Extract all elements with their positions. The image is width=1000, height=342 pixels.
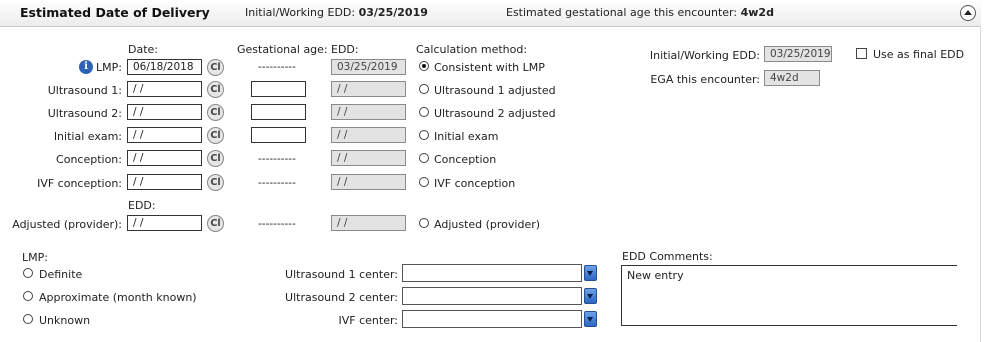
ivf-conception-gestational-age: ---------- (258, 177, 296, 189)
adjusted-provider-date-input[interactable]: / / (127, 215, 202, 231)
info-icon[interactable]: i (79, 60, 93, 74)
lmp-calendar-button[interactable]: Cl (207, 59, 224, 76)
ivf-conception-date-input[interactable]: / / (127, 174, 202, 190)
edd-comments-textarea[interactable]: New entry (621, 265, 957, 326)
chevron-up-icon[interactable] (960, 5, 976, 21)
lmp-definite-radio[interactable] (23, 268, 33, 278)
adjusted-provider-edd-field: / / (331, 215, 406, 231)
method-radio-conception[interactable] (419, 153, 429, 163)
initial-exam-gestational-age-input[interactable] (251, 127, 306, 143)
header-initial-edd: Initial/Working EDD: 03/25/2019 (245, 6, 428, 19)
ivf-center-label: IVF center: (338, 314, 399, 327)
ivf-conception-label: IVF conception: (37, 177, 122, 190)
adjusted-provider-calendar-button[interactable]: Cl (207, 215, 224, 232)
ultrasound1-center-label: Ultrasound 1 center: (285, 268, 398, 281)
method-radio-initial-exam[interactable] (419, 130, 429, 140)
ivf-conception-calendar-button[interactable]: Cl (207, 174, 224, 191)
header-initial-edd-value: 03/25/2019 (358, 6, 428, 19)
column-header-calculation-method: Calculation method: (416, 43, 528, 56)
ultrasound2-center-select[interactable] (402, 287, 582, 305)
lmp-date-input[interactable]: 06/18/2018 (127, 59, 202, 75)
ultrasound1-edd-field: / / (331, 81, 406, 97)
method-label-ivf-conception: IVF conception (434, 177, 516, 190)
section-title: Estimated Date of Delivery (20, 5, 210, 20)
ivf-center-select[interactable] (402, 310, 582, 328)
use-as-final-edd-checkbox[interactable] (856, 48, 867, 59)
lmp-unknown-label: Unknown (39, 314, 91, 327)
method-radio-ultrasound1[interactable] (419, 84, 429, 94)
summary-ega-field: 4w2d (764, 70, 820, 86)
lmp-edd-field: 03/25/2019 (331, 59, 406, 75)
panel-border (980, 26, 981, 342)
lmp-gestational-age: ---------- (258, 61, 296, 73)
header-initial-edd-label: Initial/Working EDD: (245, 6, 356, 19)
ultrasound1-gestational-age-input[interactable] (251, 81, 306, 97)
initial-exam-calendar-button[interactable]: Cl (207, 127, 224, 144)
lmp-label: LMP: (96, 61, 122, 74)
header-ega-value: 4w2d (740, 6, 774, 19)
initial-exam-edd-field: / / (331, 127, 406, 143)
lmp-approximate-label: Approximate (month known) (39, 291, 197, 304)
edd-comments-label: EDD Comments: (622, 250, 713, 263)
adjusted-provider-gestational-age: ---------- (258, 218, 296, 230)
lmp-approximate-radio[interactable] (23, 291, 33, 301)
ultrasound2-edd-field: / / (331, 104, 406, 120)
ultrasound1-center-select[interactable] (402, 264, 582, 282)
ivf-conception-edd-field: / / (331, 174, 406, 190)
method-label-lmp: Consistent with LMP (434, 61, 545, 74)
initial-exam-label: Initial exam: (53, 130, 122, 143)
ultrasound2-date-input[interactable]: / / (127, 104, 202, 120)
conception-calendar-button[interactable]: Cl (207, 150, 224, 167)
ultrasound2-center-label: Ultrasound 2 center: (285, 291, 398, 304)
ultrasound1-calendar-button[interactable]: Cl (207, 81, 224, 98)
ultrasound2-gestational-age-input[interactable] (251, 104, 306, 120)
lmp-unknown-radio[interactable] (23, 314, 33, 324)
column-header-date: Date: (128, 43, 158, 56)
lmp-definite-label: Definite (39, 268, 83, 281)
method-label-adjusted-provider: Adjusted (provider) (434, 218, 541, 231)
ultrasound2-label: Ultrasound 2: (47, 107, 122, 120)
header-ega: Estimated gestational age this encounter… (506, 6, 774, 19)
column-header-gestational-age: Gestational age: (237, 43, 328, 56)
column-header-edd-adjusted: EDD: (128, 199, 156, 212)
chevron-down-icon[interactable] (584, 288, 597, 304)
ultrasound2-calendar-button[interactable]: Cl (207, 104, 224, 121)
method-radio-ivf-conception[interactable] (419, 177, 429, 187)
conception-label: Conception: (56, 153, 122, 166)
summary-ega-label: EGA this encounter: (650, 73, 760, 86)
method-radio-lmp[interactable] (419, 61, 429, 71)
method-radio-ultrasound2[interactable] (419, 107, 429, 117)
chevron-down-icon[interactable] (584, 311, 597, 327)
ultrasound1-label: Ultrasound 1: (47, 84, 122, 97)
header-ega-label: Estimated gestational age this encounter… (506, 6, 738, 19)
method-label-conception: Conception (434, 153, 497, 166)
summary-initial-edd-label: Initial/Working EDD: (649, 49, 760, 62)
adjusted-provider-label: Adjusted (provider): (12, 218, 122, 231)
lmp-certainty-label: LMP: (22, 251, 48, 264)
summary-initial-edd-field: 03/25/2019 (764, 46, 832, 62)
column-header-edd: EDD: (331, 43, 359, 56)
section-header: Estimated Date of Delivery Initial/Worki… (0, 0, 981, 27)
use-as-final-edd-label: Use as final EDD (873, 48, 965, 61)
conception-gestational-age: ---------- (258, 153, 296, 165)
conception-edd-field: / / (331, 150, 406, 166)
method-label-initial-exam: Initial exam (434, 130, 499, 143)
method-radio-adjusted-provider[interactable] (419, 218, 429, 228)
method-label-ultrasound1: Ultrasound 1 adjusted (434, 84, 556, 97)
initial-exam-date-input[interactable]: / / (127, 127, 202, 143)
method-label-ultrasound2: Ultrasound 2 adjusted (434, 107, 556, 120)
conception-date-input[interactable]: / / (127, 150, 202, 166)
chevron-down-icon[interactable] (584, 265, 597, 281)
ultrasound1-date-input[interactable]: / / (127, 81, 202, 97)
